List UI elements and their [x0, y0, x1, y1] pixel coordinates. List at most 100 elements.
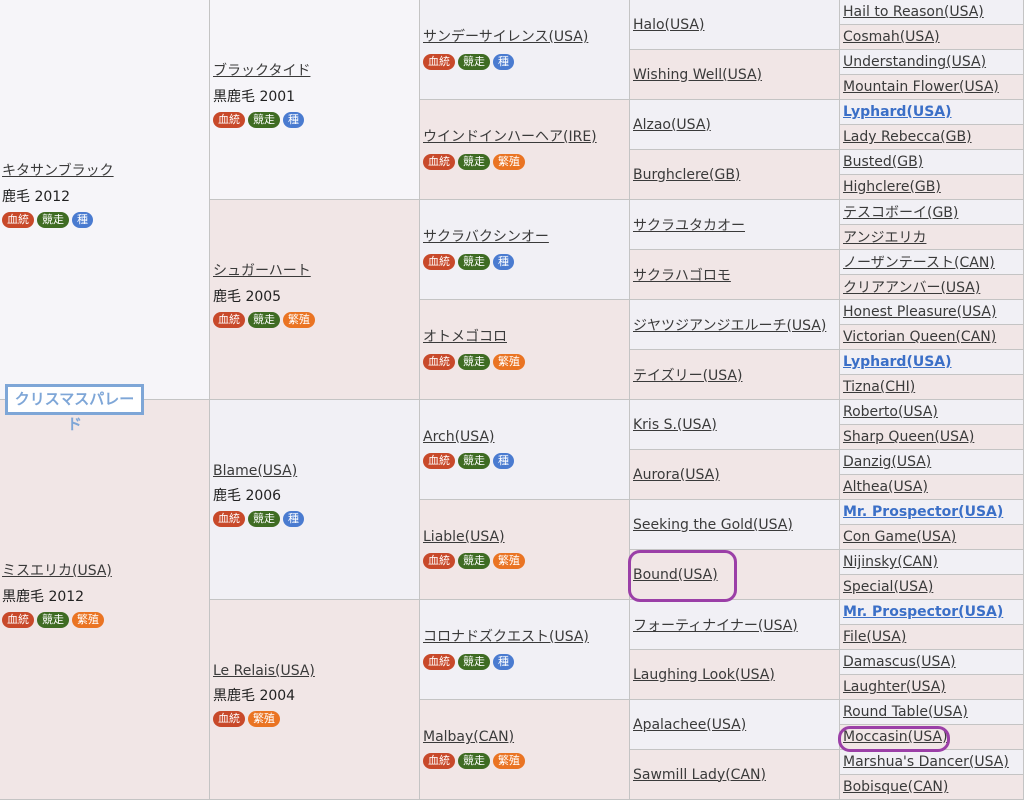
- badge-stud[interactable]: 種: [283, 112, 304, 128]
- horse-link[interactable]: Lyphard(USA): [843, 104, 952, 120]
- horse-link[interactable]: Mr. Prospector(USA): [843, 504, 1003, 520]
- badge-race[interactable]: 競走: [458, 154, 490, 170]
- badge-race[interactable]: 競走: [458, 54, 490, 70]
- badge-breed[interactable]: 繁殖: [493, 354, 525, 370]
- horse-link[interactable]: Sharp Queen(USA): [843, 429, 974, 445]
- horse-link[interactable]: Burghclere(GB): [633, 167, 740, 183]
- horse-link[interactable]: コロナドズクエスト(USA): [423, 629, 589, 645]
- horse-link[interactable]: Malbay(CAN): [423, 729, 514, 745]
- horse-link[interactable]: Con Game(USA): [843, 529, 956, 545]
- horse-link[interactable]: Marshua's Dancer(USA): [843, 754, 1009, 770]
- horse-link[interactable]: Kris S.(USA): [633, 417, 717, 433]
- badge-blood[interactable]: 血統: [213, 112, 245, 128]
- horse-link[interactable]: ウインドインハーヘア(IRE): [423, 129, 597, 145]
- horse-link[interactable]: オトメゴコロ: [423, 329, 507, 345]
- horse-link[interactable]: Althea(USA): [843, 479, 928, 495]
- badge-race[interactable]: 競走: [248, 312, 280, 328]
- badge-blood[interactable]: 血統: [423, 154, 455, 170]
- badge-race[interactable]: 競走: [248, 112, 280, 128]
- badge-race[interactable]: 競走: [458, 753, 490, 769]
- horse-link[interactable]: サンデーサイレンス(USA): [423, 29, 588, 45]
- badge-race[interactable]: 競走: [37, 612, 69, 628]
- horse-link[interactable]: クリアアンバー(USA): [843, 277, 980, 297]
- horse-link[interactable]: Busted(GB): [843, 154, 923, 170]
- horse-link[interactable]: Damascus(USA): [843, 654, 956, 670]
- badge-blood[interactable]: 血統: [423, 54, 455, 70]
- badge-blood[interactable]: 血統: [2, 212, 34, 228]
- horse-link[interactable]: Honest Pleasure(USA): [843, 304, 996, 320]
- badge-blood[interactable]: 血統: [213, 511, 245, 527]
- horse-link[interactable]: Sawmill Lady(CAN): [633, 767, 766, 783]
- horse-link[interactable]: Blame(USA): [213, 463, 297, 479]
- badge-blood[interactable]: 血統: [2, 612, 34, 628]
- badge-blood[interactable]: 血統: [423, 553, 455, 569]
- badge-stud[interactable]: 種: [493, 453, 514, 469]
- horse-link[interactable]: Liable(USA): [423, 529, 505, 545]
- badge-race[interactable]: 競走: [458, 453, 490, 469]
- badge-stud[interactable]: 種: [493, 54, 514, 70]
- horse-link[interactable]: Bound(USA): [633, 567, 718, 583]
- horse-link[interactable]: Lady Rebecca(GB): [843, 129, 972, 145]
- horse-link[interactable]: ノーザンテースト(CAN): [843, 252, 995, 272]
- horse-link[interactable]: Aurora(USA): [633, 467, 720, 483]
- badge-blood[interactable]: 血統: [423, 753, 455, 769]
- badge-race[interactable]: 競走: [458, 354, 490, 370]
- horse-link[interactable]: サクラバクシンオー: [423, 229, 549, 245]
- horse-link[interactable]: Wishing Well(USA): [633, 67, 762, 83]
- horse-link[interactable]: Lyphard(USA): [843, 354, 952, 370]
- badge-stud[interactable]: 種: [493, 254, 514, 270]
- horse-link[interactable]: Mr. Prospector(USA): [843, 604, 1003, 620]
- badge-stud[interactable]: 種: [493, 654, 514, 670]
- horse-link[interactable]: Laughter(USA): [843, 679, 946, 695]
- horse-link[interactable]: テスコボーイ(GB): [843, 202, 958, 222]
- horse-link[interactable]: シュガーハート: [213, 263, 311, 279]
- horse-link[interactable]: Mountain Flower(USA): [843, 79, 999, 95]
- horse-link[interactable]: テイズリー(USA): [633, 365, 742, 385]
- badge-race[interactable]: 競走: [458, 254, 490, 270]
- horse-link[interactable]: Alzao(USA): [633, 117, 711, 133]
- badge-breed[interactable]: 繁殖: [493, 753, 525, 769]
- horse-link[interactable]: アンジエリカ: [843, 227, 926, 247]
- horse-link[interactable]: Moccasin(USA): [843, 729, 948, 745]
- horse-link[interactable]: Tizna(CHI): [843, 379, 915, 395]
- badge-race[interactable]: 競走: [458, 553, 490, 569]
- horse-link[interactable]: Highclere(GB): [843, 179, 941, 195]
- badge-race[interactable]: 競走: [248, 511, 280, 527]
- horse-link[interactable]: Nijinsky(CAN): [843, 554, 938, 570]
- horse-link[interactable]: キタサンブラック: [2, 163, 114, 179]
- horse-link[interactable]: Special(USA): [843, 579, 933, 595]
- badge-race[interactable]: 競走: [37, 212, 69, 228]
- badge-blood[interactable]: 血統: [423, 453, 455, 469]
- horse-link[interactable]: File(USA): [843, 629, 906, 645]
- horse-link[interactable]: ブラックタイド: [213, 63, 310, 79]
- badge-stud[interactable]: 種: [283, 511, 304, 527]
- badge-breed[interactable]: 繁殖: [493, 553, 525, 569]
- horse-link[interactable]: Round Table(USA): [843, 704, 968, 720]
- horse-link[interactable]: サクラユタカオー: [633, 215, 745, 235]
- horse-link[interactable]: Halo(USA): [633, 17, 704, 33]
- horse-link[interactable]: Seeking the Gold(USA): [633, 517, 793, 533]
- horse-link[interactable]: ジヤツジアンジエルーチ(USA): [633, 315, 826, 335]
- badge-blood[interactable]: 血統: [423, 354, 455, 370]
- horse-link[interactable]: Hail to Reason(USA): [843, 4, 984, 20]
- horse-link[interactable]: Apalachee(USA): [633, 717, 746, 733]
- badge-breed[interactable]: 繁殖: [283, 312, 315, 328]
- badge-blood[interactable]: 血統: [423, 654, 455, 670]
- badge-blood[interactable]: 血統: [423, 254, 455, 270]
- badge-blood[interactable]: 血統: [213, 312, 245, 328]
- horse-link[interactable]: Understanding(USA): [843, 54, 986, 70]
- badge-race[interactable]: 競走: [458, 654, 490, 670]
- horse-link[interactable]: Arch(USA): [423, 429, 495, 445]
- badge-breed[interactable]: 繁殖: [72, 612, 104, 628]
- badge-stud[interactable]: 種: [72, 212, 93, 228]
- horse-link[interactable]: Danzig(USA): [843, 454, 931, 470]
- horse-link[interactable]: フォーティナイナー(USA): [633, 615, 798, 635]
- horse-link[interactable]: Laughing Look(USA): [633, 667, 775, 683]
- horse-link[interactable]: Le Relais(USA): [213, 663, 315, 679]
- horse-link[interactable]: サクラハゴロモ: [633, 265, 731, 285]
- badge-breed[interactable]: 繁殖: [493, 154, 525, 170]
- horse-link[interactable]: Bobisque(CAN): [843, 779, 948, 795]
- horse-link[interactable]: ミスエリカ(USA): [2, 563, 112, 579]
- badge-blood[interactable]: 血統: [213, 711, 245, 727]
- horse-link[interactable]: Cosmah(USA): [843, 29, 940, 45]
